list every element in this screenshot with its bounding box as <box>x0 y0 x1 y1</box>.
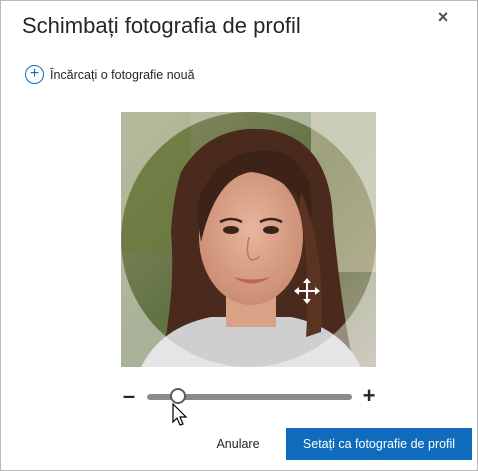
upload-new-photo-link[interactable]: + Încărcați o fotografie nouă <box>25 65 195 84</box>
upload-new-photo-label: Încărcați o fotografie nouă <box>50 67 195 82</box>
add-circle-icon: + <box>25 65 44 84</box>
mouse-cursor-icon <box>172 403 188 426</box>
zoom-slider-thumb[interactable] <box>169 388 186 404</box>
zoom-out-icon[interactable]: – <box>120 385 138 407</box>
change-profile-photo-dialog: Schimbați fotografia de profil × + Încăr… <box>0 0 478 471</box>
photo-crop-area[interactable] <box>121 112 376 367</box>
cancel-button[interactable]: Anulare <box>205 429 271 459</box>
close-icon[interactable]: × <box>433 7 453 27</box>
dialog-title: Schimbați fotografia de profil <box>22 13 301 38</box>
profile-photo <box>121 112 376 367</box>
set-profile-photo-button[interactable]: Setați ca fotografie de profil <box>286 428 472 460</box>
move-arrows-icon[interactable] <box>294 278 320 304</box>
zoom-in-icon[interactable]: + <box>359 385 379 407</box>
